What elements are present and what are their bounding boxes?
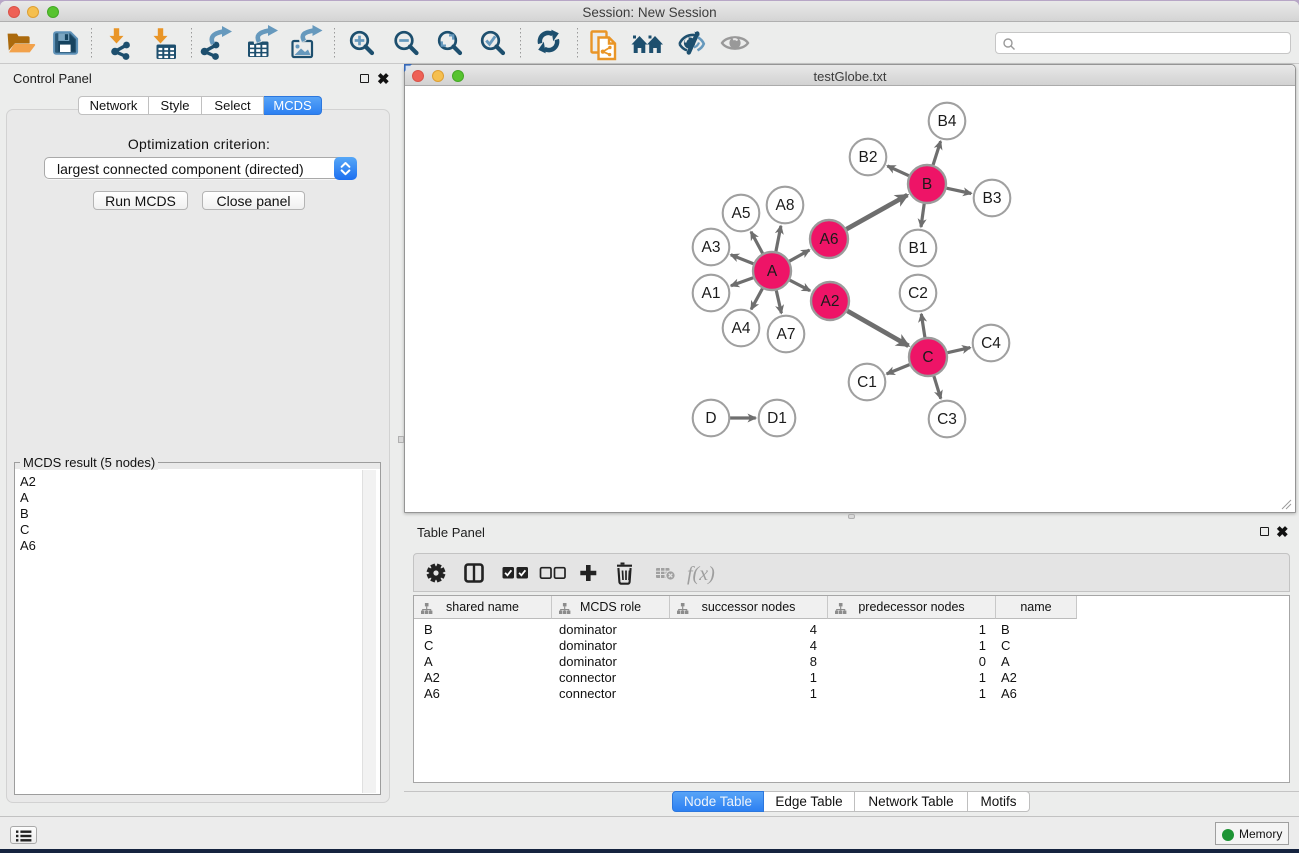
svg-text:B: B: [922, 176, 932, 193]
svg-text:A2: A2: [821, 293, 840, 310]
svg-text:C4: C4: [981, 335, 1001, 352]
svg-text:A7: A7: [777, 326, 796, 343]
svg-text:C3: C3: [937, 411, 957, 428]
svg-text:B3: B3: [983, 190, 1002, 207]
svg-text:A: A: [767, 263, 778, 280]
svg-text:A4: A4: [732, 320, 751, 337]
svg-text:C2: C2: [908, 285, 928, 302]
svg-text:A6: A6: [820, 231, 839, 248]
svg-text:B4: B4: [938, 113, 957, 130]
svg-text:C: C: [922, 349, 933, 366]
svg-text:B2: B2: [859, 149, 878, 166]
svg-text:C1: C1: [857, 374, 877, 391]
svg-text:D1: D1: [767, 410, 787, 427]
svg-text:A3: A3: [702, 239, 721, 256]
svg-text:A1: A1: [702, 285, 721, 302]
svg-text:f(x): f(x): [687, 563, 715, 585]
svg-text:A5: A5: [732, 205, 751, 222]
svg-text:A8: A8: [776, 197, 795, 214]
svg-text:B1: B1: [909, 240, 928, 257]
svg-text:D: D: [705, 410, 716, 427]
